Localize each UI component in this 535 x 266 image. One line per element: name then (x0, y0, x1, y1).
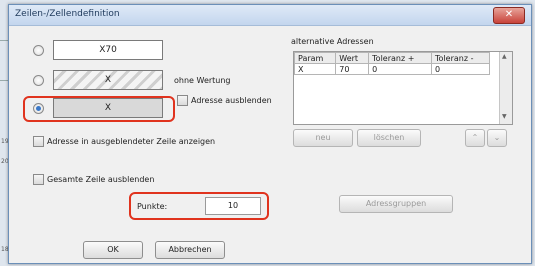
value-box-2[interactable]: X (53, 70, 163, 90)
cell-definition-dialog: Zeilen-/Zellendefinition ✕ X70 X ohne We… (8, 4, 532, 264)
radio-option-2[interactable] (33, 75, 44, 86)
radio-option-1[interactable] (33, 45, 44, 56)
show-hidden-address-label: Adresse in ausgeblendeter Zeile anzeigen (47, 137, 216, 146)
scroll-down-arrow-icon[interactable]: ▼ (502, 113, 507, 120)
column-header[interactable]: Toleranz + (368, 52, 432, 64)
points-input[interactable]: 10 (205, 197, 261, 215)
radio-option-3[interactable] (33, 103, 44, 114)
alt-addresses-title: alternative Adressen (291, 37, 374, 46)
table-cell[interactable]: 70 (335, 63, 370, 75)
no-rating-label: ohne Wertung (174, 76, 231, 85)
table-row[interactable]: X 70 0 0 (293, 63, 490, 75)
ok-button[interactable]: OK (83, 241, 143, 259)
column-header[interactable]: Wert (335, 52, 370, 64)
column-header[interactable]: Param (293, 52, 337, 64)
move-down-button[interactable]: ⌄ (487, 129, 507, 147)
hide-address-checkbox[interactable] (177, 95, 188, 106)
table-header-row: Param Wert Toleranz + Toleranz - (293, 52, 490, 64)
table-scrollbar[interactable]: ▲ ▼ (499, 52, 512, 124)
scroll-up-arrow-icon[interactable]: ▲ (502, 53, 507, 60)
dialog-title: Zeilen-/Zellendefinition (15, 9, 120, 19)
table-cell[interactable]: 0 (431, 63, 490, 75)
column-header[interactable]: Toleranz - (431, 52, 490, 64)
hide-row-checkbox[interactable] (33, 174, 44, 185)
cancel-button[interactable]: Abbrechen (155, 241, 225, 259)
close-button[interactable]: ✕ (493, 7, 525, 24)
table-cell[interactable]: X (293, 63, 337, 75)
value-box-3[interactable]: X (53, 98, 163, 118)
new-address-button[interactable]: neu (293, 129, 353, 147)
alt-addresses-table: Param Wert Toleranz + Toleranz - X 70 0 … (293, 51, 513, 125)
hide-row-label: Gesamte Zeile ausblenden (47, 175, 155, 184)
show-hidden-address-checkbox[interactable] (33, 136, 44, 147)
points-label: Punkte: (137, 202, 168, 211)
hide-address-label: Adresse ausblenden (191, 96, 272, 105)
table-cell[interactable]: 0 (368, 63, 432, 75)
address-groups-button[interactable]: Adressgruppen (339, 195, 453, 213)
title-bar: Zeilen-/Zellendefinition ✕ (9, 5, 531, 26)
move-up-button[interactable]: ⌃ (465, 129, 485, 147)
delete-address-button[interactable]: löschen (357, 129, 421, 147)
value-box-1[interactable]: X70 (53, 40, 163, 60)
